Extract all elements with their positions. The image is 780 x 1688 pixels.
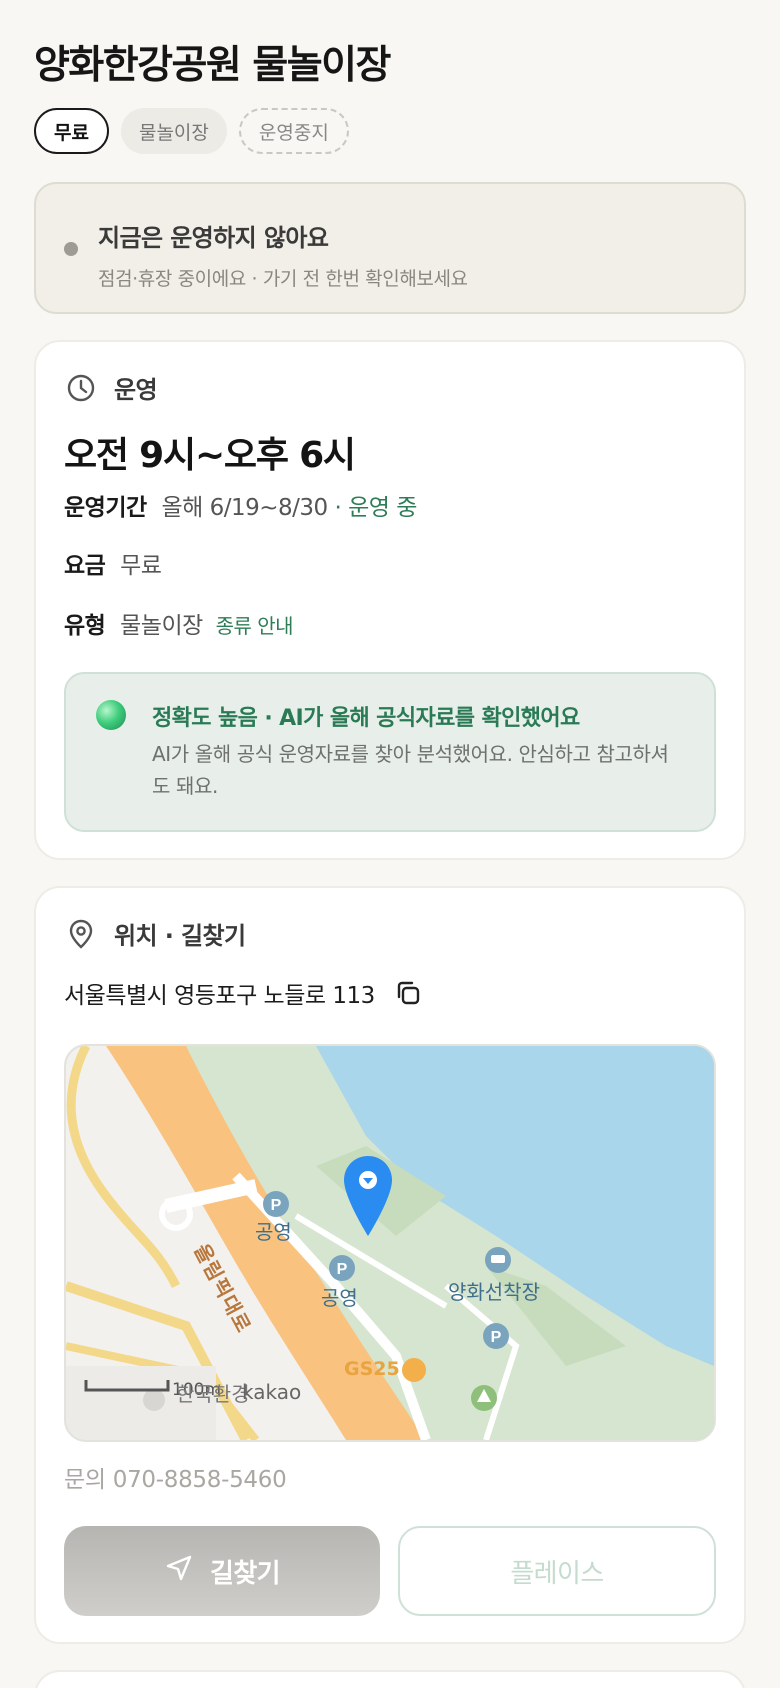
period-label: 운영기간 — [64, 495, 147, 521]
map-pin-icon — [64, 917, 98, 951]
fee-value: 무료 — [120, 553, 162, 579]
type-label: 유형 — [64, 613, 106, 639]
svg-text:P: P — [337, 1261, 348, 1278]
status-title: 지금은 운영하지 않아요 — [98, 224, 329, 252]
hours-card: 운영 오전 9시~오후 6시 운영기간 올해 6/19~8/30 · 운영 중 … — [34, 340, 746, 860]
status-notice: 지금은 운영하지 않아요 점검·휴장 중이에요 · 가기 전 한번 확인해보세요 — [34, 182, 746, 314]
next-card — [34, 1670, 746, 1688]
map-store-label: GS25 — [344, 1358, 400, 1380]
directions-button[interactable]: 길찾기 — [64, 1526, 380, 1616]
place-button[interactable]: 플레이스 — [398, 1526, 716, 1616]
operating-period-row: 운영기간 올해 6/19~8/30 · 운영 중 — [64, 488, 417, 522]
fee-label: 요금 — [64, 553, 106, 579]
map-partial-label: 한국환경 — [176, 1382, 250, 1406]
ai-orb-icon — [96, 700, 126, 730]
status-dot-icon — [64, 242, 78, 256]
operating-hours: 오전 9시~오후 6시 — [64, 435, 356, 476]
location-card-title: 위치 · 길찾기 — [114, 922, 246, 950]
hours-card-title: 운영 — [114, 376, 158, 404]
directions-button-label: 길찾기 — [210, 1558, 281, 1589]
clock-icon — [64, 371, 98, 405]
type-guide-link[interactable]: 종류 안내 — [216, 614, 294, 638]
ai-accuracy-title: 정확도 높음 · AI가 올해 공식자료를 확인했어요 — [152, 706, 580, 731]
chip-category[interactable]: 물놀이장 — [120, 108, 227, 154]
address-text: 서울특별시 영등포구 노들로 113 — [64, 983, 375, 1009]
location-card: 위치 · 길찾기 서울특별시 영등포구 노들로 113 P P P 올림픽대로 … — [34, 886, 746, 1644]
copy-icon[interactable] — [393, 978, 423, 1008]
svg-text:P: P — [491, 1329, 502, 1346]
address-row: 서울특별시 영등포구 노들로 113 — [64, 976, 423, 1010]
map-parking-label-1: 공영 — [255, 1220, 292, 1244]
contact-phone[interactable]: 문의 070-8858-5460 — [64, 1460, 287, 1494]
map-ferry-label: 양화선착장 — [448, 1280, 540, 1304]
tag-chips: 무료 물놀이장 운영중지 — [34, 108, 349, 154]
period-status: · 운영 중 — [334, 495, 417, 521]
fee-row: 요금 무료 — [64, 546, 162, 580]
ai-accuracy-notice: 정확도 높음 · AI가 올해 공식자료를 확인했어요 AI가 올해 공식 운영… — [64, 672, 716, 832]
type-row: 유형 물놀이장 종류 안내 — [64, 606, 294, 640]
chip-status[interactable]: 운영중지 — [238, 108, 349, 154]
status-subtitle: 점검·휴장 중이에요 · 가기 전 한번 확인해보세요 — [98, 268, 468, 290]
svg-text:P: P — [271, 1197, 282, 1214]
map-attribution: kakao — [242, 1380, 302, 1404]
hours-card-header: 운영 — [64, 370, 158, 405]
period-value: 올해 6/19~8/30 — [161, 495, 328, 521]
type-value: 물놀이장 — [120, 613, 203, 639]
map-parking-label-2: 공영 — [321, 1286, 358, 1310]
location-card-header: 위치 · 길찾기 — [64, 916, 246, 951]
ai-accuracy-body: AI가 올해 공식 운영자료를 찾아 분석했어요. 안심하고 참고하셔도 돼요. — [152, 742, 669, 798]
chip-free[interactable]: 무료 — [34, 108, 109, 154]
place-detail-page: 양화한강공원 물놀이장 무료 물놀이장 운영중지 지금은 운영하지 않아요 점검… — [0, 0, 780, 1688]
navigation-arrow-icon — [164, 1553, 194, 1590]
place-button-label: 플레이스 — [510, 1558, 604, 1589]
page-title: 양화한강공원 물놀이장 — [34, 43, 391, 88]
location-map[interactable]: P P P 올림픽대로 공영 공영 양화선착장 GS25 100m 한국환경 k… — [64, 1044, 716, 1442]
